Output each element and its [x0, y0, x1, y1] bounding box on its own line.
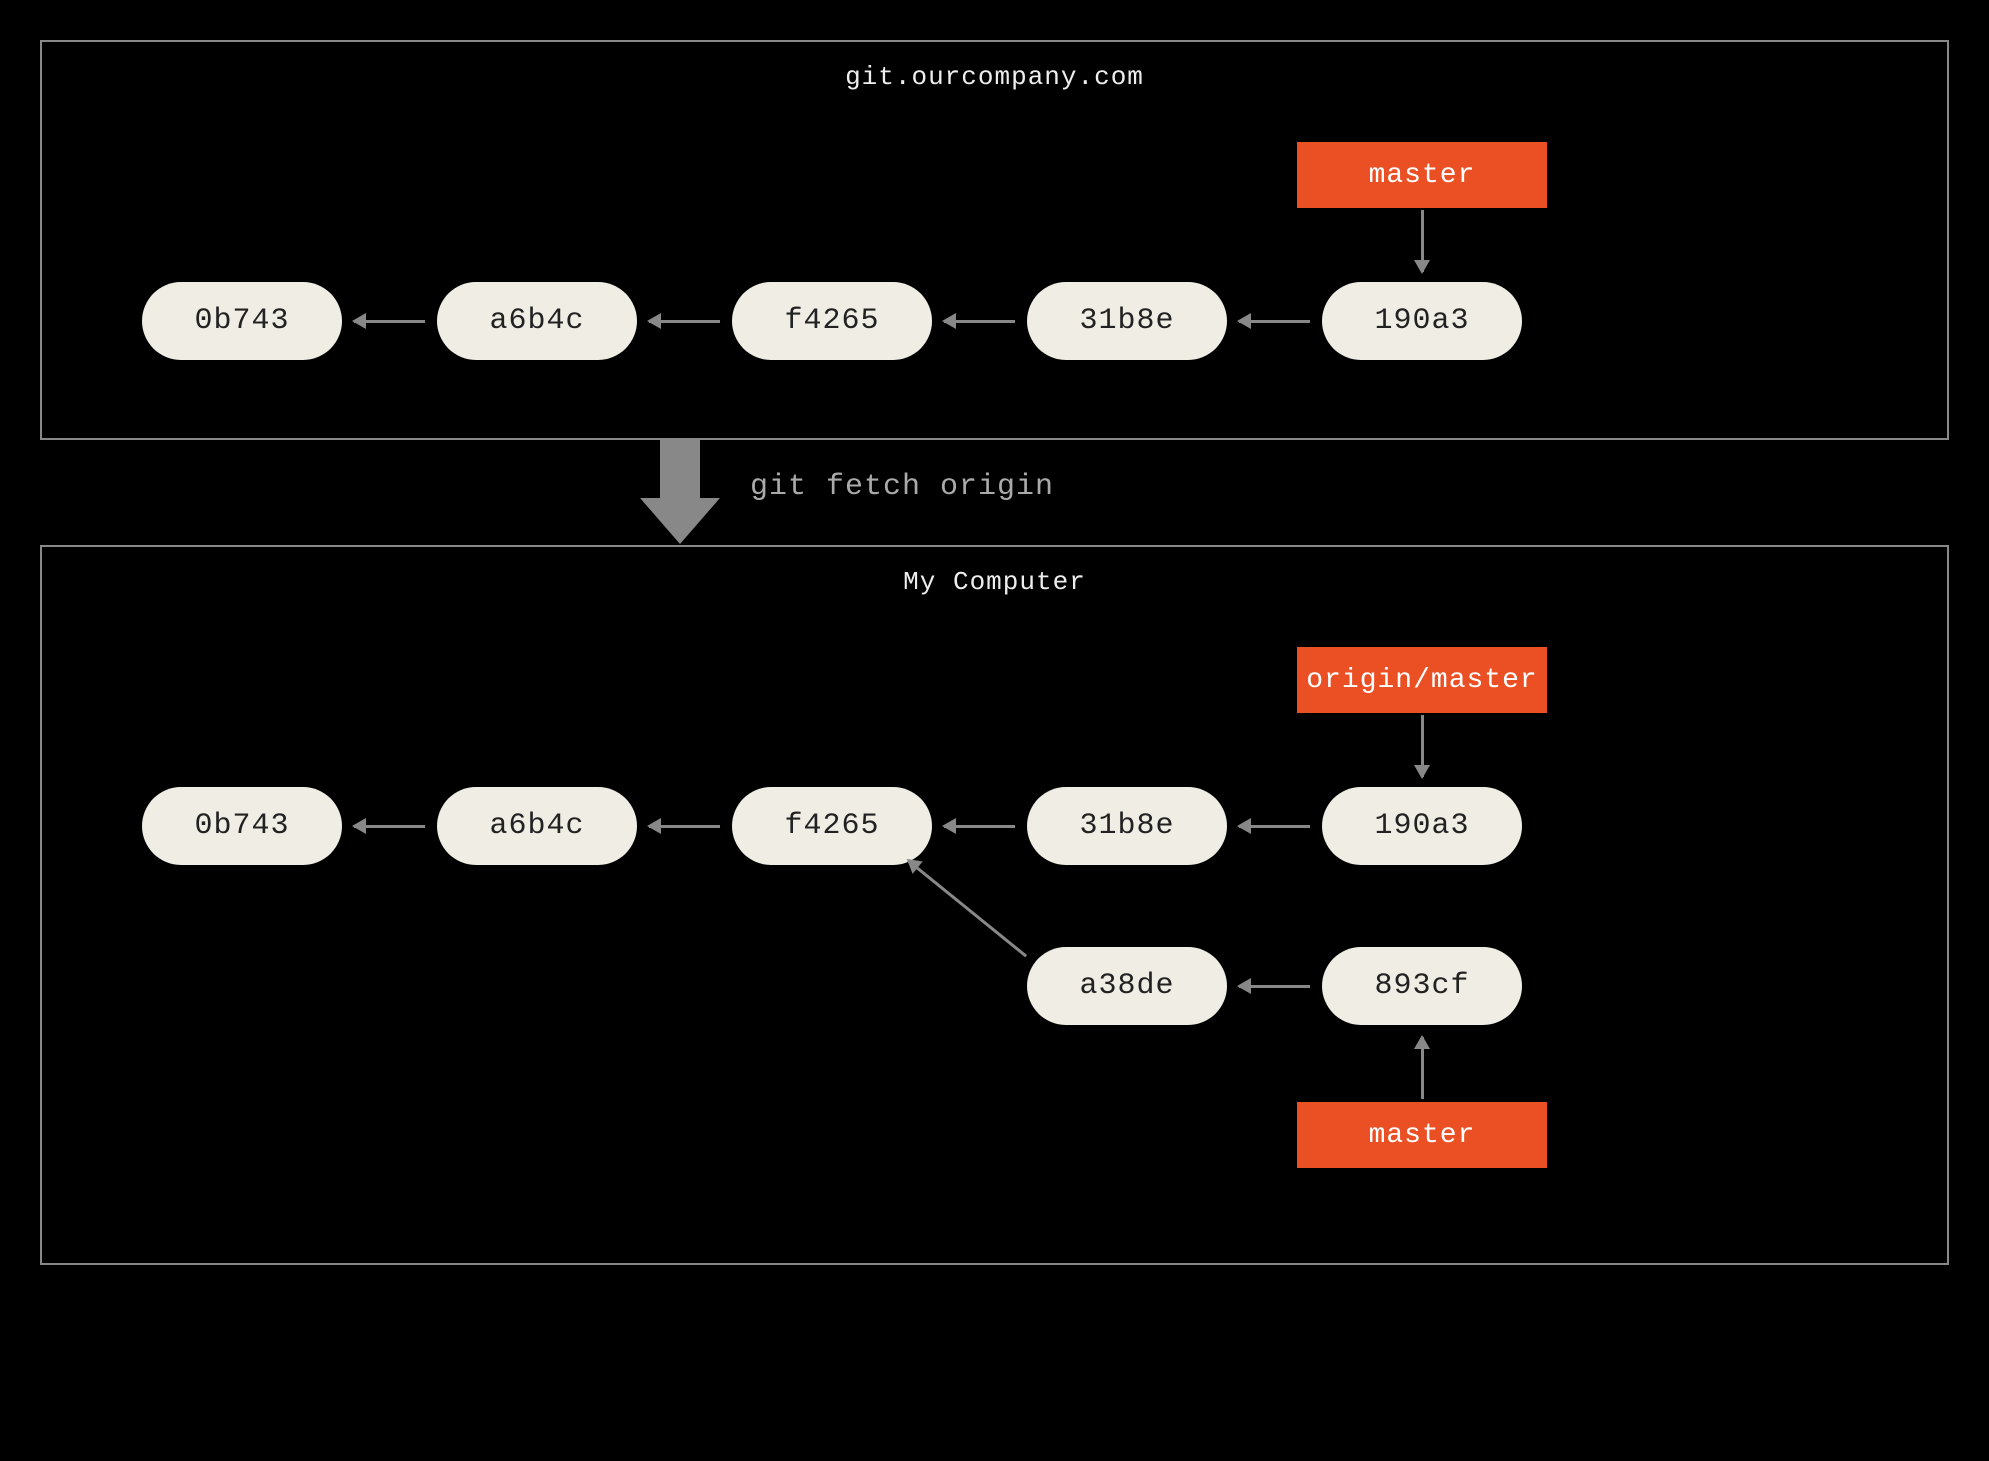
arrow-commit-icon — [1239, 985, 1310, 988]
arrow-commit-icon — [649, 320, 720, 323]
arrow-commit-icon — [944, 320, 1015, 323]
fetch-command-label: git fetch origin — [750, 470, 1054, 504]
arrow-commit-icon — [354, 320, 425, 323]
remote-master-label: master — [1297, 142, 1547, 208]
local-panel-title: My Computer — [42, 547, 1947, 607]
remote-commit: 0b743 — [142, 282, 342, 360]
origin-master-label: origin/master — [1297, 647, 1547, 713]
remote-commit: 190a3 — [1322, 282, 1522, 360]
local-commit: 190a3 — [1322, 787, 1522, 865]
arrow-diagonal-commit-icon — [907, 859, 1027, 957]
remote-panel: git.ourcompany.com master 0b743 a6b4c f4… — [40, 40, 1949, 440]
arrow-origin-master-to-commit-icon — [1421, 715, 1424, 777]
arrow-master-to-commit-icon — [1421, 210, 1424, 272]
arrow-commit-icon — [944, 825, 1015, 828]
arrow-commit-icon — [1239, 825, 1310, 828]
local-commit: 31b8e — [1027, 787, 1227, 865]
arrow-master-up-to-commit-icon — [1421, 1037, 1424, 1099]
local-branch-commit: 893cf — [1322, 947, 1522, 1025]
remote-commit: f4265 — [732, 282, 932, 360]
local-master-label: master — [1297, 1102, 1547, 1168]
git-fetch-diagram: git.ourcompany.com master 0b743 a6b4c f4… — [40, 40, 1949, 1421]
arrow-commit-icon — [354, 825, 425, 828]
local-commit: f4265 — [732, 787, 932, 865]
remote-commit: a6b4c — [437, 282, 637, 360]
local-commit: a6b4c — [437, 787, 637, 865]
arrow-commit-icon — [649, 825, 720, 828]
remote-commit: 31b8e — [1027, 282, 1227, 360]
local-panel: My Computer origin/master 0b743 a6b4c f4… — [40, 545, 1949, 1265]
remote-panel-title: git.ourcompany.com — [42, 42, 1947, 102]
arrow-commit-icon — [1239, 320, 1310, 323]
local-branch-commit: a38de — [1027, 947, 1227, 1025]
big-arrow-down-icon — [660, 438, 720, 544]
local-commit: 0b743 — [142, 787, 342, 865]
